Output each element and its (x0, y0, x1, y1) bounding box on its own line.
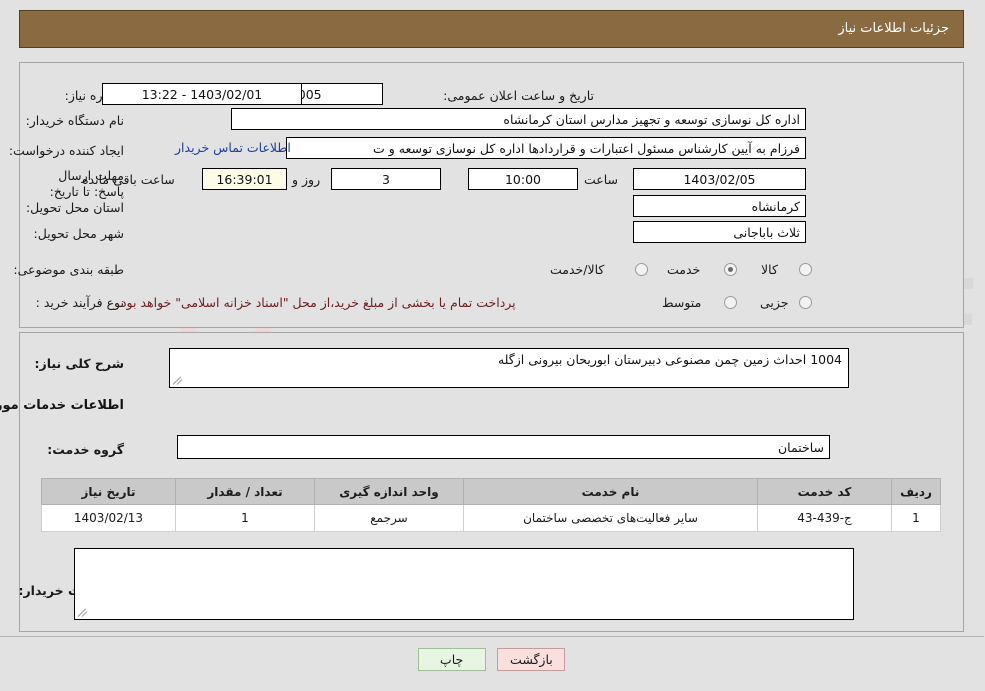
table-header-unit: واحد اندازه گیری (315, 478, 465, 505)
back-button[interactable]: بازگشت (498, 648, 567, 671)
buyer-org-label: نام دستگاه خریدار: (26, 113, 125, 128)
table-header-row: ردیف کد خدمت نام خدمت واحد اندازه گیری ت… (42, 478, 942, 505)
page-title: جزئیات اطلاعات نیاز (839, 21, 950, 36)
cell-quantity: 1 (176, 504, 316, 532)
category-radio-kala-khedmat[interactable] (636, 263, 649, 276)
table-header-quantity: تعداد / مقدار (176, 478, 316, 505)
footer-button-bar: بازگشت چاپ (0, 648, 985, 671)
creator-field[interactable]: فرزام به آیین کارشناس مسئول اعتبارات و ق… (287, 137, 807, 159)
category-option-kala-label: کالا (762, 262, 779, 277)
province-field[interactable]: کرمانشاه (634, 195, 807, 217)
creator-label: ایجاد کننده درخواست: (9, 143, 125, 158)
cell-code: ج-439-43 (758, 504, 893, 532)
city-label: شهر محل تحویل: (34, 226, 125, 241)
city-field[interactable]: ثلاث باباجانی (634, 221, 807, 243)
announce-datetime-field[interactable]: 1403/02/01 - 13:22 (103, 83, 303, 105)
category-radio-khedmat[interactable] (725, 263, 738, 276)
cell-row-no: 1 (892, 504, 942, 532)
remaining-time-label: ساعت باقی مانده (83, 172, 176, 187)
table-header-code: کد خدمت (758, 478, 893, 505)
table-header-date: تاریخ نیاز (42, 478, 177, 505)
remaining-time-field: 16:39:01 (203, 168, 288, 190)
table-row: 1 ج-439-43 سایر فعالیت‌های تخصصی ساختمان… (42, 504, 942, 532)
services-section-title: اطلاعات خدمات مورد نیاز (0, 398, 125, 413)
page-header-bar: جزئیات اطلاعات نیاز (20, 10, 965, 48)
process-type-option-motavaset-label: متوسط (663, 295, 703, 310)
process-type-radio-1[interactable] (800, 296, 813, 309)
payment-note: پرداخت تمام یا بخشی از مبلغ خرید،از محل … (118, 295, 517, 310)
service-group-label: گروه خدمت: (48, 442, 125, 457)
description-resize-grip[interactable] (173, 374, 186, 386)
buyer-contact-link[interactable]: اطلاعات تماس خریدار (176, 140, 292, 155)
deadline-date-field[interactable]: 1403/02/05 (634, 168, 807, 190)
remaining-days-label: روز و (293, 172, 322, 187)
services-table: ردیف کد خدمت نام خدمت واحد اندازه گیری ت… (42, 478, 942, 532)
cell-unit: سرجمع (315, 504, 465, 532)
table-header-row-no: ردیف (892, 478, 942, 505)
cell-date: 1403/02/13 (42, 504, 177, 532)
announce-datetime-label: تاریخ و ساعت اعلان عمومی: (444, 88, 595, 103)
category-option-khedmat-label: خدمت (668, 262, 702, 277)
process-type-radio-2[interactable] (725, 296, 738, 309)
general-description-textarea[interactable]: 1004 احداث زمین چمن مصنوعی دبیرستان ابور… (170, 348, 850, 388)
table-header-name: نام خدمت (464, 478, 759, 505)
general-description-label: شرح کلی نیاز: (35, 356, 125, 371)
buyer-notes-resize-grip[interactable] (78, 606, 91, 618)
process-type-label: نوع فرآیند خرید : (36, 295, 125, 310)
cell-name: سایر فعالیت‌های تخصصی ساختمان (464, 504, 759, 532)
remaining-days-field[interactable]: 3 (332, 168, 442, 190)
category-radio-kala[interactable] (800, 263, 813, 276)
province-label: استان محل تحویل: (26, 200, 125, 215)
category-option-kala-khedmat-label: کالا/خدمت (551, 262, 606, 277)
buyer-org-field[interactable]: اداره کل نوسازی توسعه و تجهیز مدارس استا… (232, 108, 807, 130)
deadline-hour-label: ساعت (585, 172, 620, 187)
service-group-field[interactable]: ساختمان (178, 435, 831, 459)
buyer-notes-textarea[interactable] (75, 548, 855, 620)
deadline-time-field[interactable]: 10:00 (469, 168, 579, 190)
category-label: طبقه بندی موضوعی: (14, 262, 125, 277)
print-button[interactable]: چاپ (418, 648, 487, 671)
process-type-option-jozee-label: جزیی (761, 295, 790, 310)
footer-divider (0, 636, 985, 637)
